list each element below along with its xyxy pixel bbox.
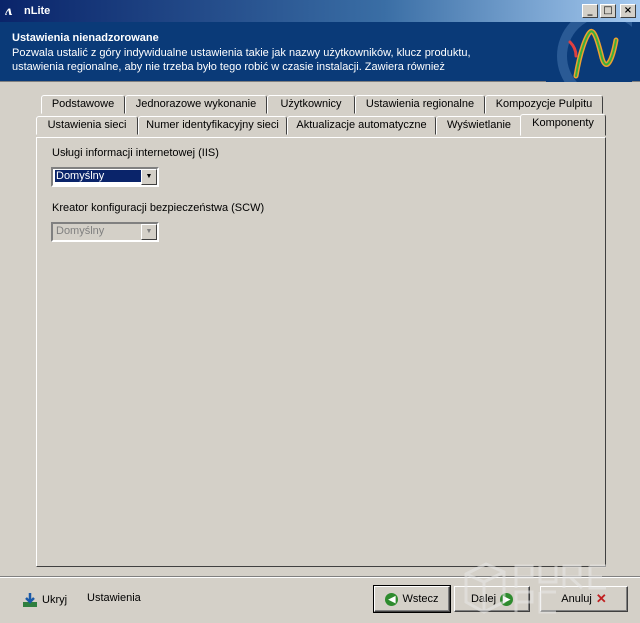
scw-select-value: Domyślny bbox=[56, 225, 105, 237]
hide-label: Ukryj bbox=[42, 594, 68, 606]
settings-link[interactable]: Ustawienia bbox=[87, 592, 141, 604]
chevron-down-icon[interactable]: ▼ bbox=[141, 169, 157, 185]
tab-jednorazowe-wykonanie[interactable]: Jednorazowe wykonanie bbox=[125, 95, 267, 114]
page-header: Ustawienia nienadzorowane Pozwala ustali… bbox=[0, 22, 640, 82]
download-arrow-icon bbox=[23, 593, 37, 607]
nlite-app-icon: ʌ bbox=[5, 4, 12, 18]
tab-ustawienia-sieci[interactable]: Ustawienia sieci bbox=[36, 116, 138, 135]
title-bar[interactable]: ʌ nLite _ □ × bbox=[0, 0, 640, 22]
back-label: Wstecz bbox=[402, 593, 439, 605]
settings-label: Ustawienia bbox=[87, 592, 141, 604]
tab-numer-identyfikacyjny-sieci[interactable]: Numer identyfikacyjny sieci bbox=[138, 116, 287, 135]
back-button[interactable]: ◀ Wstecz bbox=[373, 585, 451, 613]
tab-komponenty[interactable]: Komponenty bbox=[520, 114, 606, 136]
window-title: nLite bbox=[24, 5, 51, 17]
iis-select[interactable]: Domyślny ▼ bbox=[51, 167, 159, 187]
scw-select: Domyślny ▼ bbox=[51, 222, 159, 242]
page-title: Ustawienia nienadzorowane bbox=[12, 32, 159, 44]
nlite-logo-icon bbox=[546, 22, 632, 82]
page-description: Pozwala ustalić z góry indywidualne usta… bbox=[12, 47, 471, 73]
tab-kompozycje-pulpitu[interactable]: Kompozycje Pulpitu bbox=[485, 95, 603, 114]
tab-wyswietlanie[interactable]: Wyświetlanie bbox=[436, 116, 522, 135]
tab-aktualizacje-automatyczne[interactable]: Aktualizacje automatyczne bbox=[287, 116, 436, 135]
close-button[interactable]: × bbox=[620, 4, 636, 18]
tab-ustawienia-regionalne[interactable]: Ustawienia regionalne bbox=[355, 95, 485, 114]
back-arrow-icon: ◀ bbox=[385, 592, 399, 606]
iis-label: Usługi informacji internetowej (IIS) bbox=[52, 147, 219, 159]
hide-button[interactable]: Ukryj bbox=[22, 592, 67, 608]
purepc-watermark-logo bbox=[464, 562, 606, 614]
tab-uzytkownicy[interactable]: Użytkownicy bbox=[267, 95, 355, 114]
iis-select-value: Domyślny bbox=[54, 169, 142, 183]
minimize-button[interactable]: _ bbox=[582, 4, 598, 18]
scw-label: Kreator konfiguracji bezpieczeństwa (SCW… bbox=[52, 202, 265, 214]
maximize-button[interactable]: □ bbox=[600, 4, 616, 18]
chevron-down-icon: ▼ bbox=[141, 224, 157, 240]
tab-podstawowe[interactable]: Podstawowe bbox=[41, 95, 125, 114]
tab-panel-komponenty: Usługi informacji internetowej (IIS) Dom… bbox=[36, 137, 606, 567]
